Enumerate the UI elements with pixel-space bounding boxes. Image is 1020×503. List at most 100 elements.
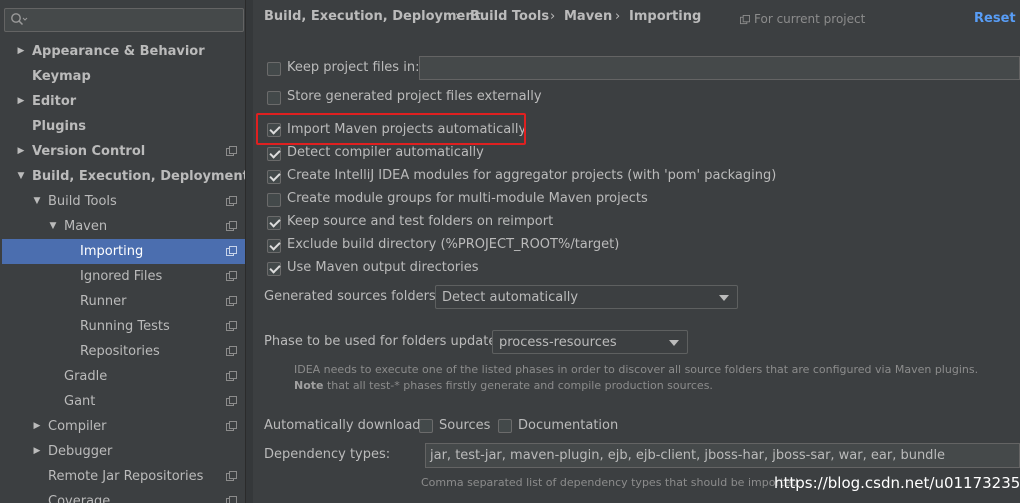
chevron-down-icon: ▼ — [17, 171, 25, 181]
sidebar-item-label: Keymap — [32, 69, 91, 84]
chevron-right-icon: ▶ — [17, 46, 25, 56]
breadcrumb-separator: › — [615, 9, 621, 24]
documentation-label: Documentation — [518, 418, 619, 433]
scope-label: For current project — [754, 12, 866, 26]
settings-search-input[interactable] — [4, 8, 244, 32]
sidebar-item-gradle[interactable]: Gradle — [2, 364, 245, 389]
generated-sources-select[interactable]: Detect automatically — [435, 285, 738, 309]
keep-project-files-label: Keep project files in: — [287, 60, 420, 75]
annotation-highlight-box — [256, 113, 526, 145]
sidebar-item-version-control[interactable]: ▶ Version Control — [2, 139, 245, 164]
project-scope-icon — [226, 496, 237, 503]
sidebar-item-plugins[interactable]: Plugins — [2, 114, 245, 139]
create-groups-label: Create module groups for multi-module Ma… — [287, 191, 648, 206]
detect-compiler-label: Detect compiler automatically — [287, 145, 484, 160]
sidebar-item-label: Debugger — [48, 444, 113, 459]
sidebar-item-importing[interactable]: Importing — [2, 239, 245, 264]
project-scope-icon — [226, 321, 237, 331]
sidebar-item-repositories[interactable]: Repositories — [2, 339, 245, 364]
create-modules-checkbox[interactable] — [267, 170, 281, 184]
sidebar-item-gant[interactable]: Gant — [2, 389, 245, 414]
sidebar-item-debugger[interactable]: ▶ Debugger — [2, 439, 245, 464]
sidebar-item-coverage[interactable]: Coverage — [2, 489, 245, 503]
reset-button[interactable]: Reset — [974, 11, 1016, 26]
keep-source-checkbox[interactable] — [267, 216, 281, 230]
project-scope-icon — [740, 15, 750, 25]
project-scope-icon — [226, 196, 237, 206]
breadcrumb-item: Build Tools — [470, 9, 550, 24]
exclude-build-label: Exclude build directory (%PROJECT_ROOT%/… — [287, 237, 620, 252]
sidebar-item-label: Repositories — [80, 344, 160, 359]
project-scope-icon — [226, 396, 237, 406]
phase-value: process-resources — [499, 335, 617, 350]
project-scope-icon — [226, 146, 237, 156]
project-scope-icon — [226, 471, 237, 481]
sidebar-item-editor[interactable]: ▶ Editor — [2, 89, 245, 114]
sidebar-item-compiler[interactable]: ▶ Compiler — [2, 414, 245, 439]
use-output-checkbox[interactable] — [267, 262, 281, 276]
sidebar-item-label: Editor — [32, 94, 77, 109]
breadcrumb-separator: › — [455, 9, 461, 24]
phase-hint-line2: Note that all test-* phases firstly gene… — [294, 378, 978, 394]
phase-hint: IDEA needs to execute one of the listed … — [294, 362, 978, 394]
dropdown-arrow-icon — [719, 295, 729, 301]
generated-sources-label: Generated sources folders: — [264, 289, 441, 304]
sidebar-item-keymap[interactable]: Keymap — [2, 64, 245, 89]
store-external-label: Store generated project files externally — [287, 89, 542, 104]
auto-download-label: Automatically download: — [264, 418, 425, 433]
phase-hint-text: that all test-* phases firstly generate … — [323, 379, 713, 392]
sidebar-item-label: Gradle — [64, 369, 108, 384]
create-groups-checkbox[interactable] — [267, 193, 281, 207]
chevron-right-icon: ▶ — [33, 421, 41, 431]
project-scope-icon — [226, 421, 237, 431]
sources-checkbox[interactable] — [419, 419, 433, 433]
documentation-checkbox[interactable] — [498, 419, 512, 433]
sidebar-item-label: Coverage — [48, 494, 111, 503]
sidebar-item-label: Remote Jar Repositories — [48, 469, 204, 484]
use-output-label: Use Maven output directories — [287, 260, 479, 275]
project-files-path-input[interactable] — [419, 56, 1020, 80]
sidebar-item-label: Importing — [80, 244, 144, 259]
sidebar-item-label: Version Control — [32, 144, 146, 159]
breadcrumb: Build, Execution, Deployment › Build Too… — [253, 0, 1020, 38]
sidebar-item-label: Build Tools — [48, 194, 117, 209]
breadcrumb-item: Maven — [564, 9, 613, 24]
breadcrumb-item: Importing — [629, 9, 702, 24]
sidebar-item-ignored-files[interactable]: Ignored Files — [2, 264, 245, 289]
sidebar-item-label: Maven — [64, 219, 108, 234]
exclude-build-checkbox[interactable] — [267, 239, 281, 253]
phase-hint-line1: IDEA needs to execute one of the listed … — [294, 363, 979, 376]
sidebar-item-maven[interactable]: ▼ Maven — [2, 214, 245, 239]
sidebar-item-label: Runner — [80, 294, 127, 309]
sidebar-item-remote-jar-repositories[interactable]: Remote Jar Repositories — [2, 464, 245, 489]
sidebar-item-appearance[interactable]: ▶ Appearance & Behavior — [2, 39, 245, 64]
chevron-down-icon: ▼ — [49, 221, 57, 231]
keep-source-label: Keep source and test folders on reimport — [287, 214, 554, 229]
dependency-types-hint: Comma separated list of dependency types… — [421, 476, 799, 489]
project-scope-icon — [226, 221, 237, 231]
sidebar-item-label: Plugins — [32, 119, 86, 134]
project-scope-icon — [226, 346, 237, 356]
sidebar-item-running-tests[interactable]: Running Tests — [2, 314, 245, 339]
chevron-right-icon: ▶ — [17, 146, 25, 156]
phase-hint-note: Note — [294, 379, 324, 392]
sidebar-item-label: Compiler — [48, 419, 107, 434]
sidebar-item-label: Ignored Files — [80, 269, 163, 284]
sidebar-item-build-execution[interactable]: ▼ Build, Execution, Deployment — [2, 164, 249, 189]
sidebar-item-build-tools[interactable]: ▼ Build Tools — [2, 189, 245, 214]
dependency-types-label: Dependency types: — [264, 447, 391, 462]
sidebar-item-runner[interactable]: Runner — [2, 289, 245, 314]
keep-project-files-checkbox[interactable] — [267, 62, 281, 76]
settings-sidebar: ▶ Appearance & Behavior Keymap ▶ Editor … — [0, 0, 253, 503]
dropdown-arrow-icon — [669, 340, 679, 346]
detect-compiler-checkbox[interactable] — [267, 147, 281, 161]
splitter[interactable] — [245, 0, 253, 503]
store-external-checkbox[interactable] — [267, 91, 281, 105]
watermark: https://blog.csdn.net/u011732358 — [774, 474, 1020, 492]
breadcrumb-item: Build, Execution, Deployment — [264, 9, 481, 24]
phase-select[interactable]: process-resources — [492, 330, 688, 354]
dependency-types-value: jar, test-jar, maven-plugin, ejb, ejb-cl… — [430, 448, 946, 463]
sidebar-item-label: Gant — [64, 394, 96, 409]
dependency-types-input[interactable]: jar, test-jar, maven-plugin, ejb, ejb-cl… — [425, 443, 1020, 468]
create-modules-label: Create IntelliJ IDEA modules for aggrega… — [287, 168, 777, 183]
